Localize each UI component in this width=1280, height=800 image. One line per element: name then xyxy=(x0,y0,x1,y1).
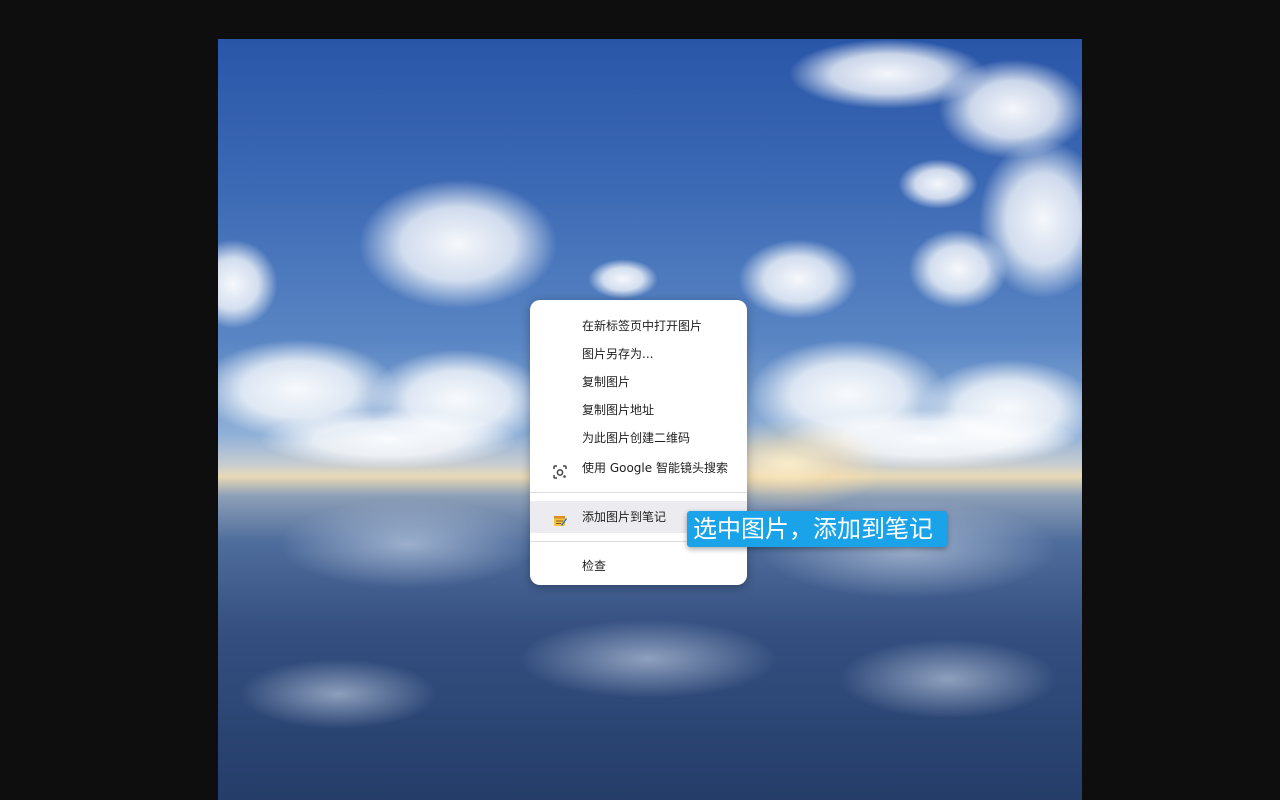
menu-item-label: 添加图片到笔记 xyxy=(582,510,667,524)
menu-item-inspect[interactable]: 检查 xyxy=(530,550,747,582)
cloud xyxy=(218,239,278,329)
menu-item-label: 复制图片 xyxy=(582,375,631,389)
menu-item-label: 检查 xyxy=(582,559,607,573)
menu-item-open-in-new-tab[interactable]: 在新标签页中打开图片 xyxy=(530,312,747,340)
menu-separator xyxy=(530,492,747,493)
menu-item-label: 为此图片创建二维码 xyxy=(582,431,691,445)
cloud-reflection xyxy=(238,659,438,729)
cloud xyxy=(588,259,658,299)
google-lens-icon xyxy=(552,460,568,479)
cloud xyxy=(358,179,558,309)
menu-item-google-lens-search[interactable]: 使用 Google 智能镜头搜索 xyxy=(530,452,747,484)
cloud xyxy=(258,409,518,469)
menu-item-label: 复制图片地址 xyxy=(582,403,655,417)
cloud-reflection xyxy=(838,639,1058,719)
notes-icon xyxy=(552,509,568,526)
menu-item-create-qr-code[interactable]: 为此图片创建二维码 xyxy=(530,424,747,452)
cloud xyxy=(908,229,1008,309)
cloud xyxy=(898,159,978,209)
menu-item-label: 使用 Google 智能镜头搜索 xyxy=(582,461,728,475)
menu-item-label: 图片另存为... xyxy=(582,347,654,361)
callout-text: 选中图片，添加到笔记 xyxy=(693,515,933,543)
menu-item-copy-image[interactable]: 复制图片 xyxy=(530,368,747,396)
menu-item-label: 在新标签页中打开图片 xyxy=(582,319,703,333)
tooltip-callout: 选中图片，添加到笔记 xyxy=(687,511,947,547)
cloud-reflection xyxy=(278,499,538,589)
cloud-reflection xyxy=(518,619,778,699)
cloud xyxy=(738,239,858,319)
menu-item-copy-image-address[interactable]: 复制图片地址 xyxy=(530,396,747,424)
menu-item-save-image-as[interactable]: 图片另存为... xyxy=(530,340,747,368)
browser-viewport: 在新标签页中打开图片 图片另存为... 复制图片 复制图片地址 为此图片创建二维… xyxy=(0,0,1280,800)
